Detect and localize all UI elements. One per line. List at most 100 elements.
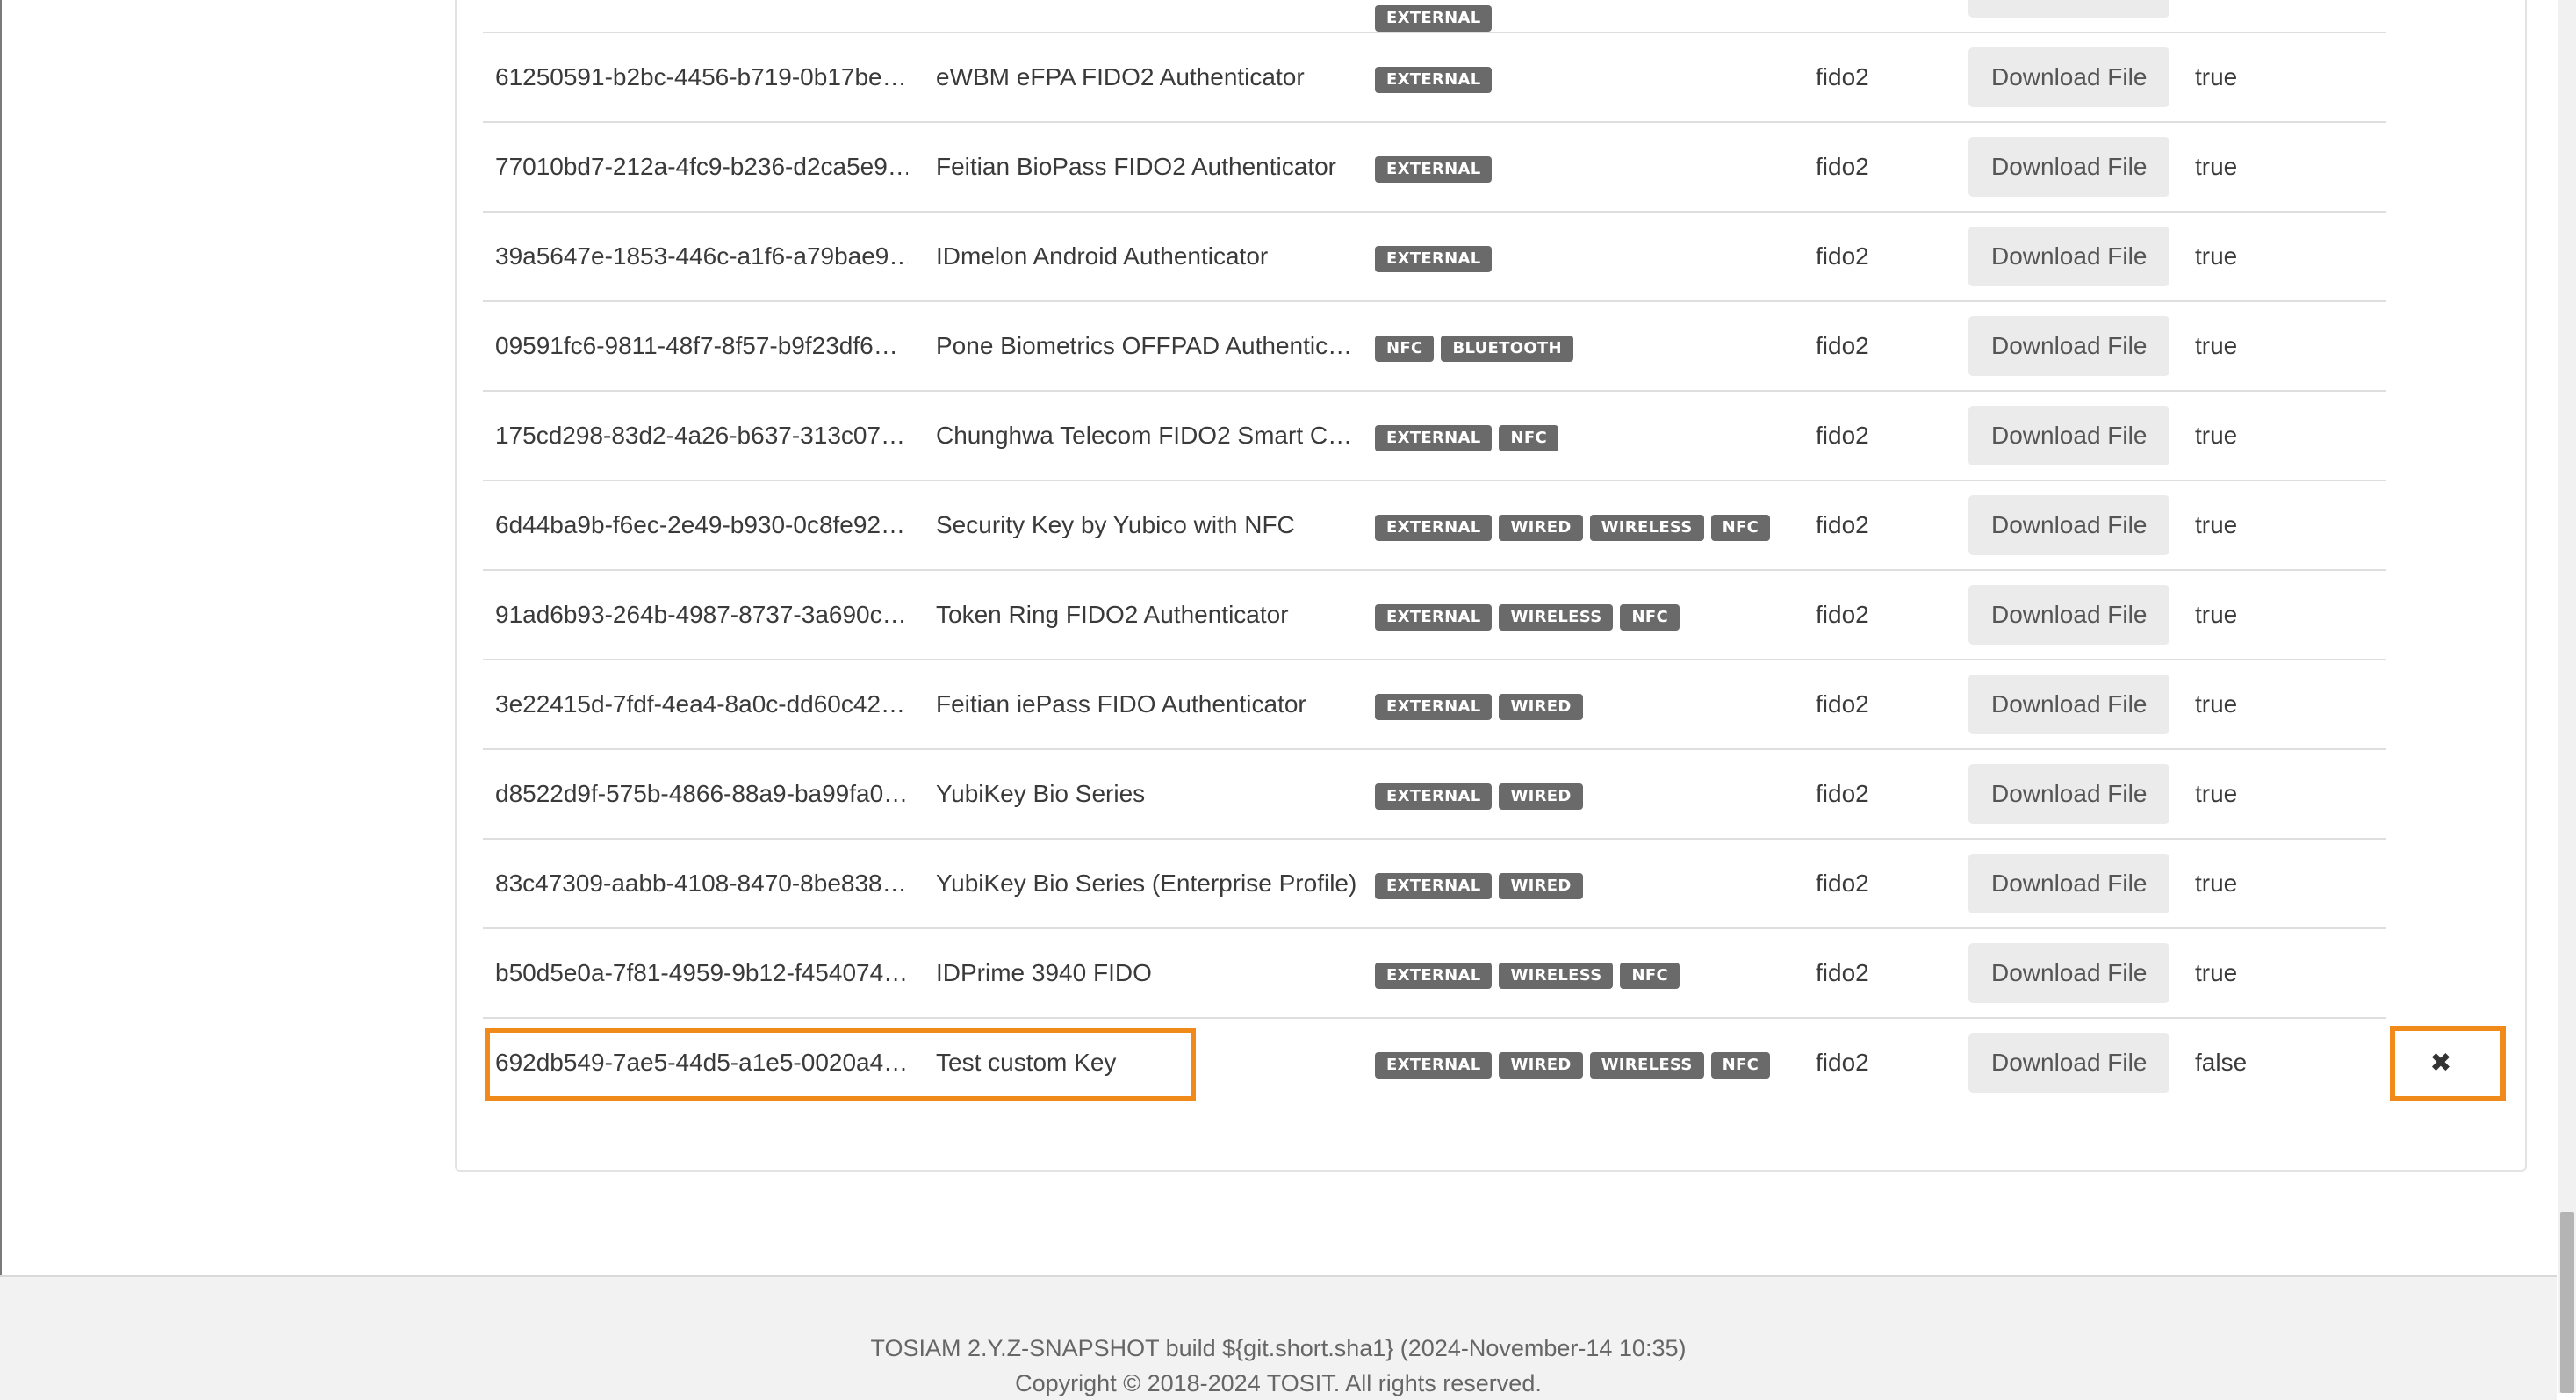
- enabled-value-cell: true: [2195, 242, 2238, 270]
- transports-cell: EXTERNAL NFC: [1375, 392, 1849, 480]
- transport-badge: NFC: [1710, 515, 1771, 541]
- enabled-value-cell: true: [2195, 690, 2238, 718]
- download-cell: Download File: [1968, 571, 2179, 659]
- table-row: 61250591-b2bc-4456-b719-0b17be… eWBM eFPA…: [483, 33, 2386, 123]
- download-file-button[interactable]: Download File: [1968, 406, 2170, 465]
- table-row: 83c47309-aabb-4108-8470-8be838… YubiKey B…: [483, 840, 2386, 929]
- transports-cell: NFC BLUETOOTH: [1375, 302, 1849, 390]
- download-cell: Download File: [1968, 481, 2179, 569]
- enabled-value-cell: false: [2195, 1049, 2248, 1076]
- download-file-button[interactable]: Download File: [1968, 854, 2170, 913]
- download-file-button[interactable]: Download File: [1968, 1033, 2170, 1093]
- aaguid-cell: 175cd298-83d2-4a26-b637-313c07…: [495, 422, 906, 449]
- aaguid-cell: [495, 0, 908, 32]
- download-file-button[interactable]: Download File: [1968, 764, 2170, 824]
- aaguid-cell: 692db549-7ae5-44d5-a1e5-0020a4…: [495, 1049, 908, 1076]
- transports-cell: EXTERNAL: [1375, 0, 1849, 32]
- download-cell: Download File: [1968, 33, 2179, 121]
- protocol-cell: fido2: [1816, 63, 1869, 90]
- transport-badge: WIRED: [1499, 694, 1583, 720]
- scrollbar-thumb[interactable]: [2560, 1212, 2574, 1393]
- enabled-value-cell: true: [2195, 959, 2238, 986]
- transports-cell: EXTERNAL WIRED: [1375, 750, 1849, 838]
- transports-cell: EXTERNAL WIRED WIRELESS NFC: [1375, 1019, 1849, 1107]
- authenticator-name-cell: [936, 0, 1357, 32]
- footer: TOSIAM 2.Y.Z-SNAPSHOT build ${git.short.…: [0, 1275, 2557, 1400]
- transport-badge: NFC: [1710, 1052, 1771, 1079]
- table-row: 09591fc6-9811-48f7-8f57-b9f23df6… Pone Bi…: [483, 302, 2386, 392]
- transport-badge: WIRED: [1499, 783, 1583, 810]
- transports-cell: EXTERNAL WIRED: [1375, 840, 1849, 927]
- download-file-button[interactable]: Download File: [1968, 943, 2170, 1003]
- download-file-button[interactable]: Download File: [1968, 675, 2170, 734]
- authenticator-name-cell: YubiKey Bio Series (Enterprise Profile): [936, 870, 1357, 897]
- transport-badge: NFC: [1375, 336, 1435, 362]
- aaguid-cell: 3e22415d-7fdf-4ea4-8a0c-dd60c42…: [495, 690, 906, 718]
- transport-badge: WIRELESS: [1499, 604, 1614, 631]
- download-file-button[interactable]: Download File: [1968, 585, 2170, 645]
- protocol-cell: fido2: [1816, 153, 1869, 180]
- transports-cell: EXTERNAL: [1375, 123, 1849, 211]
- enabled-value-cell: true: [2195, 0, 2335, 32]
- protocol-cell: fido2: [1816, 332, 1869, 359]
- download-cell: Download File: [1968, 840, 2179, 927]
- protocol-cell: fido2: [1816, 242, 1869, 270]
- transport-badge: EXTERNAL: [1375, 67, 1493, 93]
- table-row: 3e22415d-7fdf-4ea4-8a0c-dd60c42… Feitian …: [483, 660, 2386, 750]
- enabled-value-cell: true: [2195, 870, 2238, 897]
- transport-badge: WIRELESS: [1499, 963, 1614, 989]
- transport-badge: EXTERNAL: [1375, 963, 1493, 989]
- protocol-cell: fido2: [1816, 959, 1869, 986]
- transport-badge: NFC: [1499, 425, 1558, 451]
- authenticator-name-cell: Pone Biometrics OFFPAD Authentic…: [936, 332, 1353, 359]
- authenticator-name-cell: YubiKey Bio Series: [936, 780, 1146, 807]
- transport-badge: WIRED: [1499, 873, 1583, 899]
- table-row: 175cd298-83d2-4a26-b637-313c07… Chunghwa …: [483, 392, 2386, 481]
- scrollbar-track[interactable]: [2558, 0, 2576, 1393]
- transport-badge: WIRED: [1499, 1052, 1583, 1079]
- page-left-edge: [0, 0, 2, 1393]
- transports-cell: EXTERNAL WIRED: [1375, 660, 1849, 748]
- aaguid-cell: 77010bd7-212a-4fc9-b236-d2ca5e9…: [495, 153, 908, 180]
- aaguid-cell: d8522d9f-575b-4866-88a9-ba99fa0…: [495, 780, 908, 807]
- download-file-button[interactable]: Download File: [1968, 47, 2170, 107]
- table-row: EXTERNAL Download File true: [483, 0, 2386, 33]
- aaguid-cell: 09591fc6-9811-48f7-8f57-b9f23df6…: [495, 332, 898, 359]
- protocol-cell: fido2: [1816, 1049, 1869, 1076]
- authenticator-name-cell: Feitian iePass FIDO Authenticator: [936, 690, 1306, 718]
- download-cell: Download File: [1968, 660, 2179, 748]
- transport-badge: EXTERNAL: [1375, 515, 1493, 541]
- download-cell: Download File: [1968, 0, 2179, 32]
- transport-badge: EXTERNAL: [1375, 1052, 1493, 1079]
- transports-cell: EXTERNAL: [1375, 33, 1849, 121]
- enabled-value-cell: true: [2195, 63, 2238, 90]
- transport-badge: EXTERNAL: [1375, 5, 1493, 32]
- enabled-value-cell: true: [2195, 332, 2238, 359]
- aaguid-cell: 91ad6b93-264b-4987-8737-3a690c…: [495, 601, 907, 628]
- transport-badge: WIRED: [1499, 515, 1583, 541]
- enabled-value-cell: true: [2195, 780, 2238, 807]
- download-file-button[interactable]: Download File: [1968, 227, 2170, 286]
- delete-button[interactable]: ✖: [2422, 1044, 2459, 1081]
- authenticator-name-cell: Test custom Key: [936, 1049, 1117, 1076]
- aaguid-cell: 83c47309-aabb-4108-8470-8be838…: [495, 870, 907, 897]
- enabled-value-cell: true: [2195, 511, 2238, 538]
- download-file-button[interactable]: Download File: [1968, 137, 2170, 197]
- protocol-cell: fido2: [1816, 511, 1869, 538]
- table-row: 91ad6b93-264b-4987-8737-3a690c… Token Rin…: [483, 571, 2386, 660]
- protocol-cell: fido2: [1816, 870, 1869, 897]
- authenticator-name-cell: Token Ring FIDO2 Authenticator: [936, 601, 1289, 628]
- download-file-button[interactable]: Download File: [1968, 316, 2170, 376]
- table-row: b50d5e0a-7f81-4959-9b12-f454074… IDPrime …: [483, 929, 2386, 1019]
- download-file-button[interactable]: Download File: [1968, 495, 2170, 555]
- download-file-button[interactable]: Download File: [1968, 0, 2170, 18]
- download-cell: Download File: [1968, 929, 2179, 1017]
- protocol-cell: fido2: [1816, 422, 1869, 449]
- enabled-value-cell: true: [2195, 422, 2238, 449]
- transport-badge: EXTERNAL: [1375, 425, 1493, 451]
- transports-cell: EXTERNAL: [1375, 213, 1849, 300]
- aaguid-cell: 39a5647e-1853-446c-a1f6-a79bae9…: [495, 242, 908, 270]
- authenticator-name-cell: IDPrime 3940 FIDO: [936, 959, 1152, 986]
- transport-badge: EXTERNAL: [1375, 783, 1493, 810]
- footer-build-info: TOSIAM 2.Y.Z-SNAPSHOT build ${git.short.…: [870, 1335, 1687, 1361]
